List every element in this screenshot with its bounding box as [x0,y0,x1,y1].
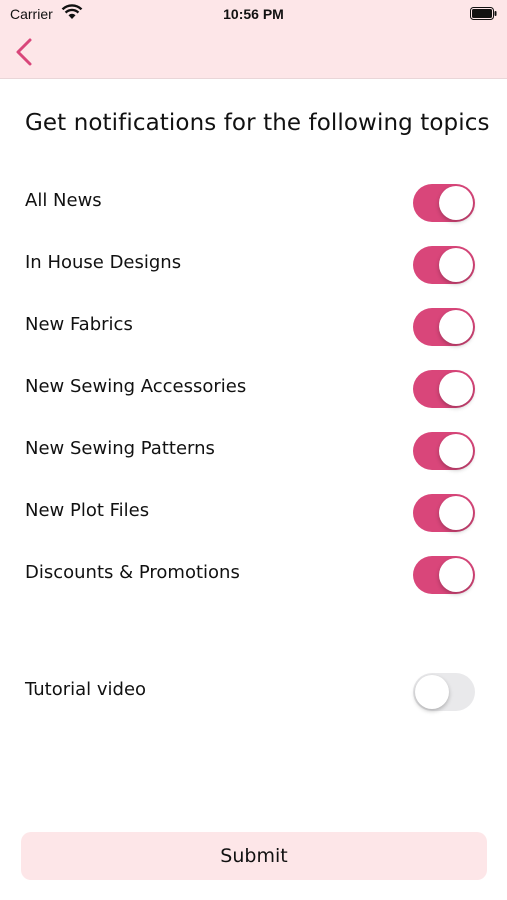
topic-label: New Sewing Accessories [25,376,247,397]
topic-toggle[interactable] [413,370,475,408]
topic-toggle[interactable] [413,246,475,284]
topic-label: New Sewing Patterns [25,438,215,459]
topic-row: New Plot Files [0,494,507,534]
topic-label: Discounts & Promotions [25,562,240,583]
topic-label: All News [25,190,102,211]
status-bar: Carrier 10:56 PM [0,0,507,28]
topic-row: In House Designs [0,246,507,286]
tutorial-toggle[interactable] [413,673,475,711]
toggle-knob [439,186,473,220]
topic-label: New Fabrics [25,314,133,335]
toggle-knob [439,496,473,530]
topic-row: New Fabrics [0,308,507,348]
submit-button[interactable]: Submit [21,832,487,880]
topic-toggle[interactable] [413,308,475,346]
navigation-bar: Carrier 10:56 PM [0,0,507,79]
toggle-knob [439,248,473,282]
topic-label: New Plot Files [25,500,150,521]
topic-label: In House Designs [25,252,182,273]
topic-toggle[interactable] [413,184,475,222]
topic-toggle[interactable] [413,494,475,532]
topic-row: New Sewing Accessories [0,370,507,410]
topic-row: All News [0,184,507,224]
chevron-left-icon[interactable] [12,36,38,68]
toggle-knob [415,675,449,709]
battery-icon [470,7,497,20]
toggle-knob [439,310,473,344]
topic-row: Discounts & Promotions [0,556,507,596]
tutorial-row: Tutorial video [0,673,507,713]
toggle-knob [439,434,473,468]
topic-toggle[interactable] [413,556,475,594]
topic-row: New Sewing Patterns [0,432,507,472]
page-heading: Get notifications for the following topi… [25,110,490,136]
status-time: 10:56 PM [223,6,284,22]
topic-toggle[interactable] [413,432,475,470]
toggle-knob [439,372,473,406]
tutorial-label: Tutorial video [25,679,147,700]
toggle-knob [439,558,473,592]
